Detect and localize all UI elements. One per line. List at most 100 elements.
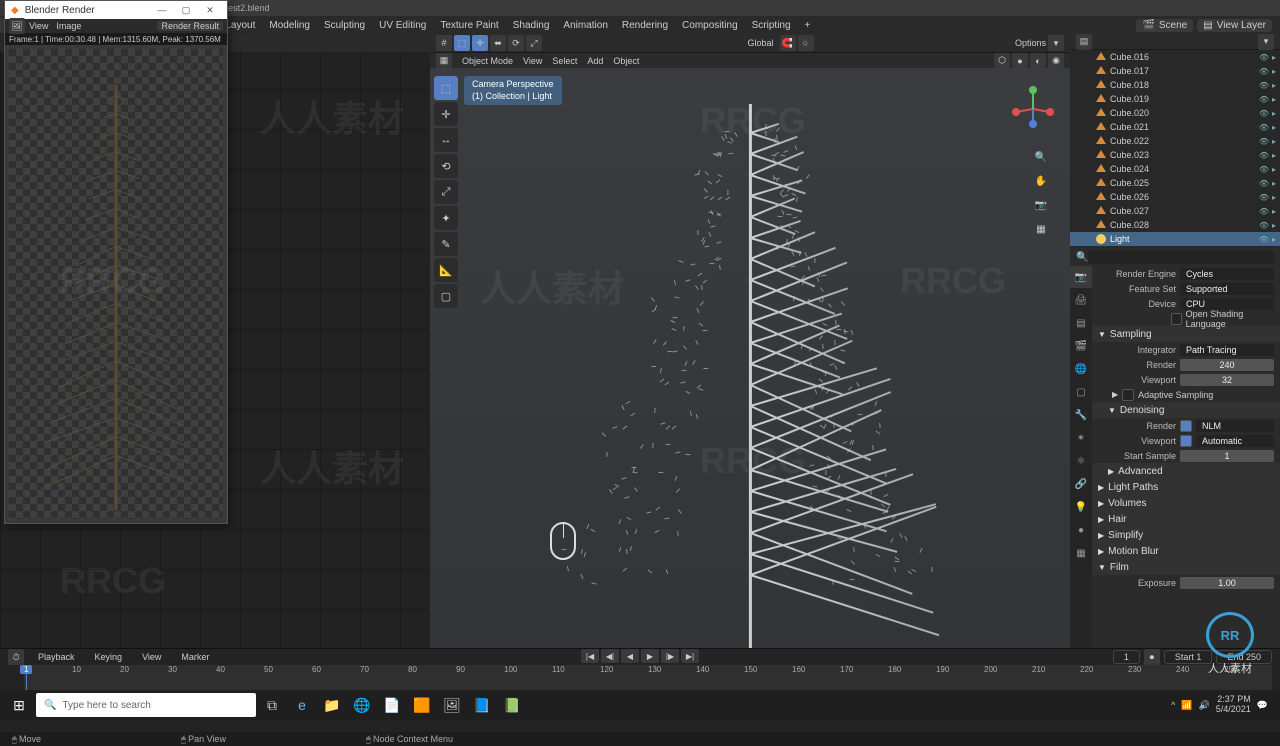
- tool-rotate[interactable]: ⟲: [434, 154, 458, 178]
- panel-lightpaths[interactable]: ▶Light Paths: [1092, 479, 1280, 495]
- tray-chevron-icon[interactable]: ^: [1171, 700, 1175, 710]
- denoise-render-checkbox[interactable]: [1180, 420, 1192, 432]
- move-gizmo-icon[interactable]: ⬌: [490, 35, 506, 51]
- outliner-row[interactable]: Cube.024👁▸: [1070, 162, 1280, 176]
- select-tool-icon[interactable]: ⬚: [454, 35, 470, 51]
- visibility-icon[interactable]: 👁: [1259, 109, 1269, 118]
- tab-constraint[interactable]: 🔗: [1070, 473, 1092, 495]
- tab-world[interactable]: 🌐: [1070, 358, 1092, 380]
- vp-menu-add[interactable]: Add: [587, 56, 603, 66]
- timeline-keying[interactable]: Keying: [89, 652, 129, 662]
- tab-modifier[interactable]: 🔧: [1070, 404, 1092, 426]
- visibility-icon[interactable]: 👁: [1259, 221, 1269, 230]
- outliner-row[interactable]: Cube.026👁▸: [1070, 190, 1280, 204]
- outliner-row[interactable]: Cube.025👁▸: [1070, 176, 1280, 190]
- visibility-icon[interactable]: 👁: [1259, 95, 1269, 104]
- filter-icon[interactable]: ▾: [1258, 34, 1274, 50]
- minimize-button[interactable]: —: [151, 3, 173, 17]
- taskbar-clock[interactable]: 2:37 PM 5/4/2021: [1216, 695, 1251, 715]
- tab-output[interactable]: 🖨: [1070, 289, 1092, 311]
- tab-render[interactable]: 📷: [1070, 266, 1092, 288]
- properties-search-input[interactable]: [1088, 250, 1274, 264]
- outliner-row[interactable]: Cube.016👁▸: [1070, 50, 1280, 64]
- tool-cursor[interactable]: ✛: [434, 102, 458, 126]
- tool-annotate[interactable]: ✎: [434, 232, 458, 256]
- denoise-viewport-dropdown[interactable]: Automatic: [1196, 435, 1274, 447]
- panel-motionblur[interactable]: ▶Motion Blur: [1092, 543, 1280, 559]
- outliner-row[interactable]: Cube.020👁▸: [1070, 106, 1280, 120]
- maximize-button[interactable]: ▢: [175, 3, 197, 17]
- taskbar-app-4[interactable]: 📄: [378, 691, 406, 719]
- taskbar-app-3[interactable]: 🌐: [348, 691, 376, 719]
- autokey-icon[interactable]: ⏺: [1144, 649, 1160, 665]
- selectable-icon[interactable]: ▸: [1272, 137, 1276, 146]
- zoom-icon[interactable]: 🔍: [1032, 148, 1050, 166]
- selectable-icon[interactable]: ▸: [1272, 67, 1276, 76]
- tool-measure[interactable]: 📐: [434, 258, 458, 282]
- rotate-gizmo-icon[interactable]: ⟳: [508, 35, 524, 51]
- playhead[interactable]: 1: [26, 665, 27, 690]
- render-slot-dropdown[interactable]: Render Result: [157, 21, 223, 31]
- render-window[interactable]: ◆ Blender Render — ▢ ✕ 🖼 View Image Rend…: [4, 0, 228, 524]
- taskbar-search[interactable]: 🔍 Type here to search: [36, 693, 256, 717]
- ws-texturepaint[interactable]: Texture Paint: [433, 20, 505, 31]
- options-dropdown[interactable]: Options: [1015, 38, 1046, 48]
- visibility-icon[interactable]: 👁: [1259, 53, 1269, 62]
- nav-gizmo[interactable]: [1008, 84, 1058, 134]
- selectable-icon[interactable]: ▸: [1272, 207, 1276, 216]
- selectable-icon[interactable]: ▸: [1272, 193, 1276, 202]
- taskbar-app-2[interactable]: 📁: [318, 691, 346, 719]
- ws-add[interactable]: +: [798, 20, 818, 31]
- outliner-row[interactable]: Cube.018👁▸: [1070, 78, 1280, 92]
- panel-film[interactable]: ▼Film: [1092, 559, 1280, 575]
- render-image[interactable]: [9, 49, 223, 519]
- editor-type-selector[interactable]: #: [436, 35, 452, 51]
- render-menu-image[interactable]: Image: [52, 21, 85, 31]
- mode-icon[interactable]: ▦: [436, 53, 452, 69]
- ws-scripting[interactable]: Scripting: [745, 20, 798, 31]
- outliner-editor-icon[interactable]: ▤: [1076, 34, 1092, 50]
- selectable-icon[interactable]: ▸: [1272, 235, 1276, 244]
- outliner-row[interactable]: Light👁▸: [1070, 232, 1280, 246]
- scale-gizmo-icon[interactable]: ⤢: [526, 35, 542, 51]
- render-samples-field[interactable]: 240: [1180, 359, 1274, 371]
- close-button[interactable]: ✕: [199, 3, 221, 17]
- panel-denoising[interactable]: ▼Denoising: [1092, 402, 1280, 418]
- selectable-icon[interactable]: ▸: [1272, 151, 1276, 160]
- tab-physics[interactable]: ⚛: [1070, 450, 1092, 472]
- selectable-icon[interactable]: ▸: [1272, 81, 1276, 90]
- osl-checkbox[interactable]: [1171, 313, 1182, 325]
- tray-volume-icon[interactable]: 🔊: [1199, 700, 1210, 711]
- outliner-row[interactable]: Cube.019👁▸: [1070, 92, 1280, 106]
- keyframe-prev-button[interactable]: ◀|: [601, 649, 619, 663]
- selectable-icon[interactable]: ▸: [1272, 165, 1276, 174]
- tool-addcube[interactable]: ▢: [434, 284, 458, 308]
- taskbar-app-7[interactable]: 📘: [468, 691, 496, 719]
- ws-rendering[interactable]: Rendering: [615, 20, 675, 31]
- visibility-icon[interactable]: 👁: [1259, 137, 1269, 146]
- outliner-row[interactable]: Cube.017👁▸: [1070, 64, 1280, 78]
- visibility-icon[interactable]: 👁: [1259, 151, 1269, 160]
- taskbar-app-1[interactable]: e: [288, 691, 316, 719]
- shading-rendered-icon[interactable]: ◉: [1048, 53, 1064, 69]
- timeline-ruler[interactable]: 1 10203040506070809010011012013014015016…: [24, 665, 1272, 690]
- notifications-icon[interactable]: 💬: [1257, 700, 1268, 711]
- denoise-viewport-checkbox[interactable]: [1180, 435, 1192, 447]
- taskbar-app-8[interactable]: 📗: [498, 691, 526, 719]
- render-menu-view[interactable]: View: [25, 21, 52, 31]
- selectable-icon[interactable]: ▸: [1272, 53, 1276, 62]
- selectable-icon[interactable]: ▸: [1272, 221, 1276, 230]
- tool-transform[interactable]: ✦: [434, 206, 458, 230]
- snap-icon[interactable]: 🧲: [780, 35, 796, 51]
- visibility-icon[interactable]: 👁: [1259, 67, 1269, 76]
- visibility-icon[interactable]: 👁: [1259, 165, 1269, 174]
- visibility-icon[interactable]: 👁: [1259, 179, 1269, 188]
- image-editor-icon[interactable]: 🖼: [9, 18, 25, 34]
- timeline-marker[interactable]: Marker: [175, 652, 215, 662]
- tool-scale[interactable]: ⤢: [434, 180, 458, 204]
- outliner[interactable]: Cube.016👁▸Cube.017👁▸Cube.018👁▸Cube.019👁▸…: [1070, 50, 1280, 248]
- tool-move[interactable]: ↔: [434, 128, 458, 152]
- tab-viewlayer[interactable]: ▤: [1070, 312, 1092, 334]
- shading-wire-icon[interactable]: ⬡: [994, 53, 1010, 69]
- taskbar-app-5[interactable]: 🟧: [408, 691, 436, 719]
